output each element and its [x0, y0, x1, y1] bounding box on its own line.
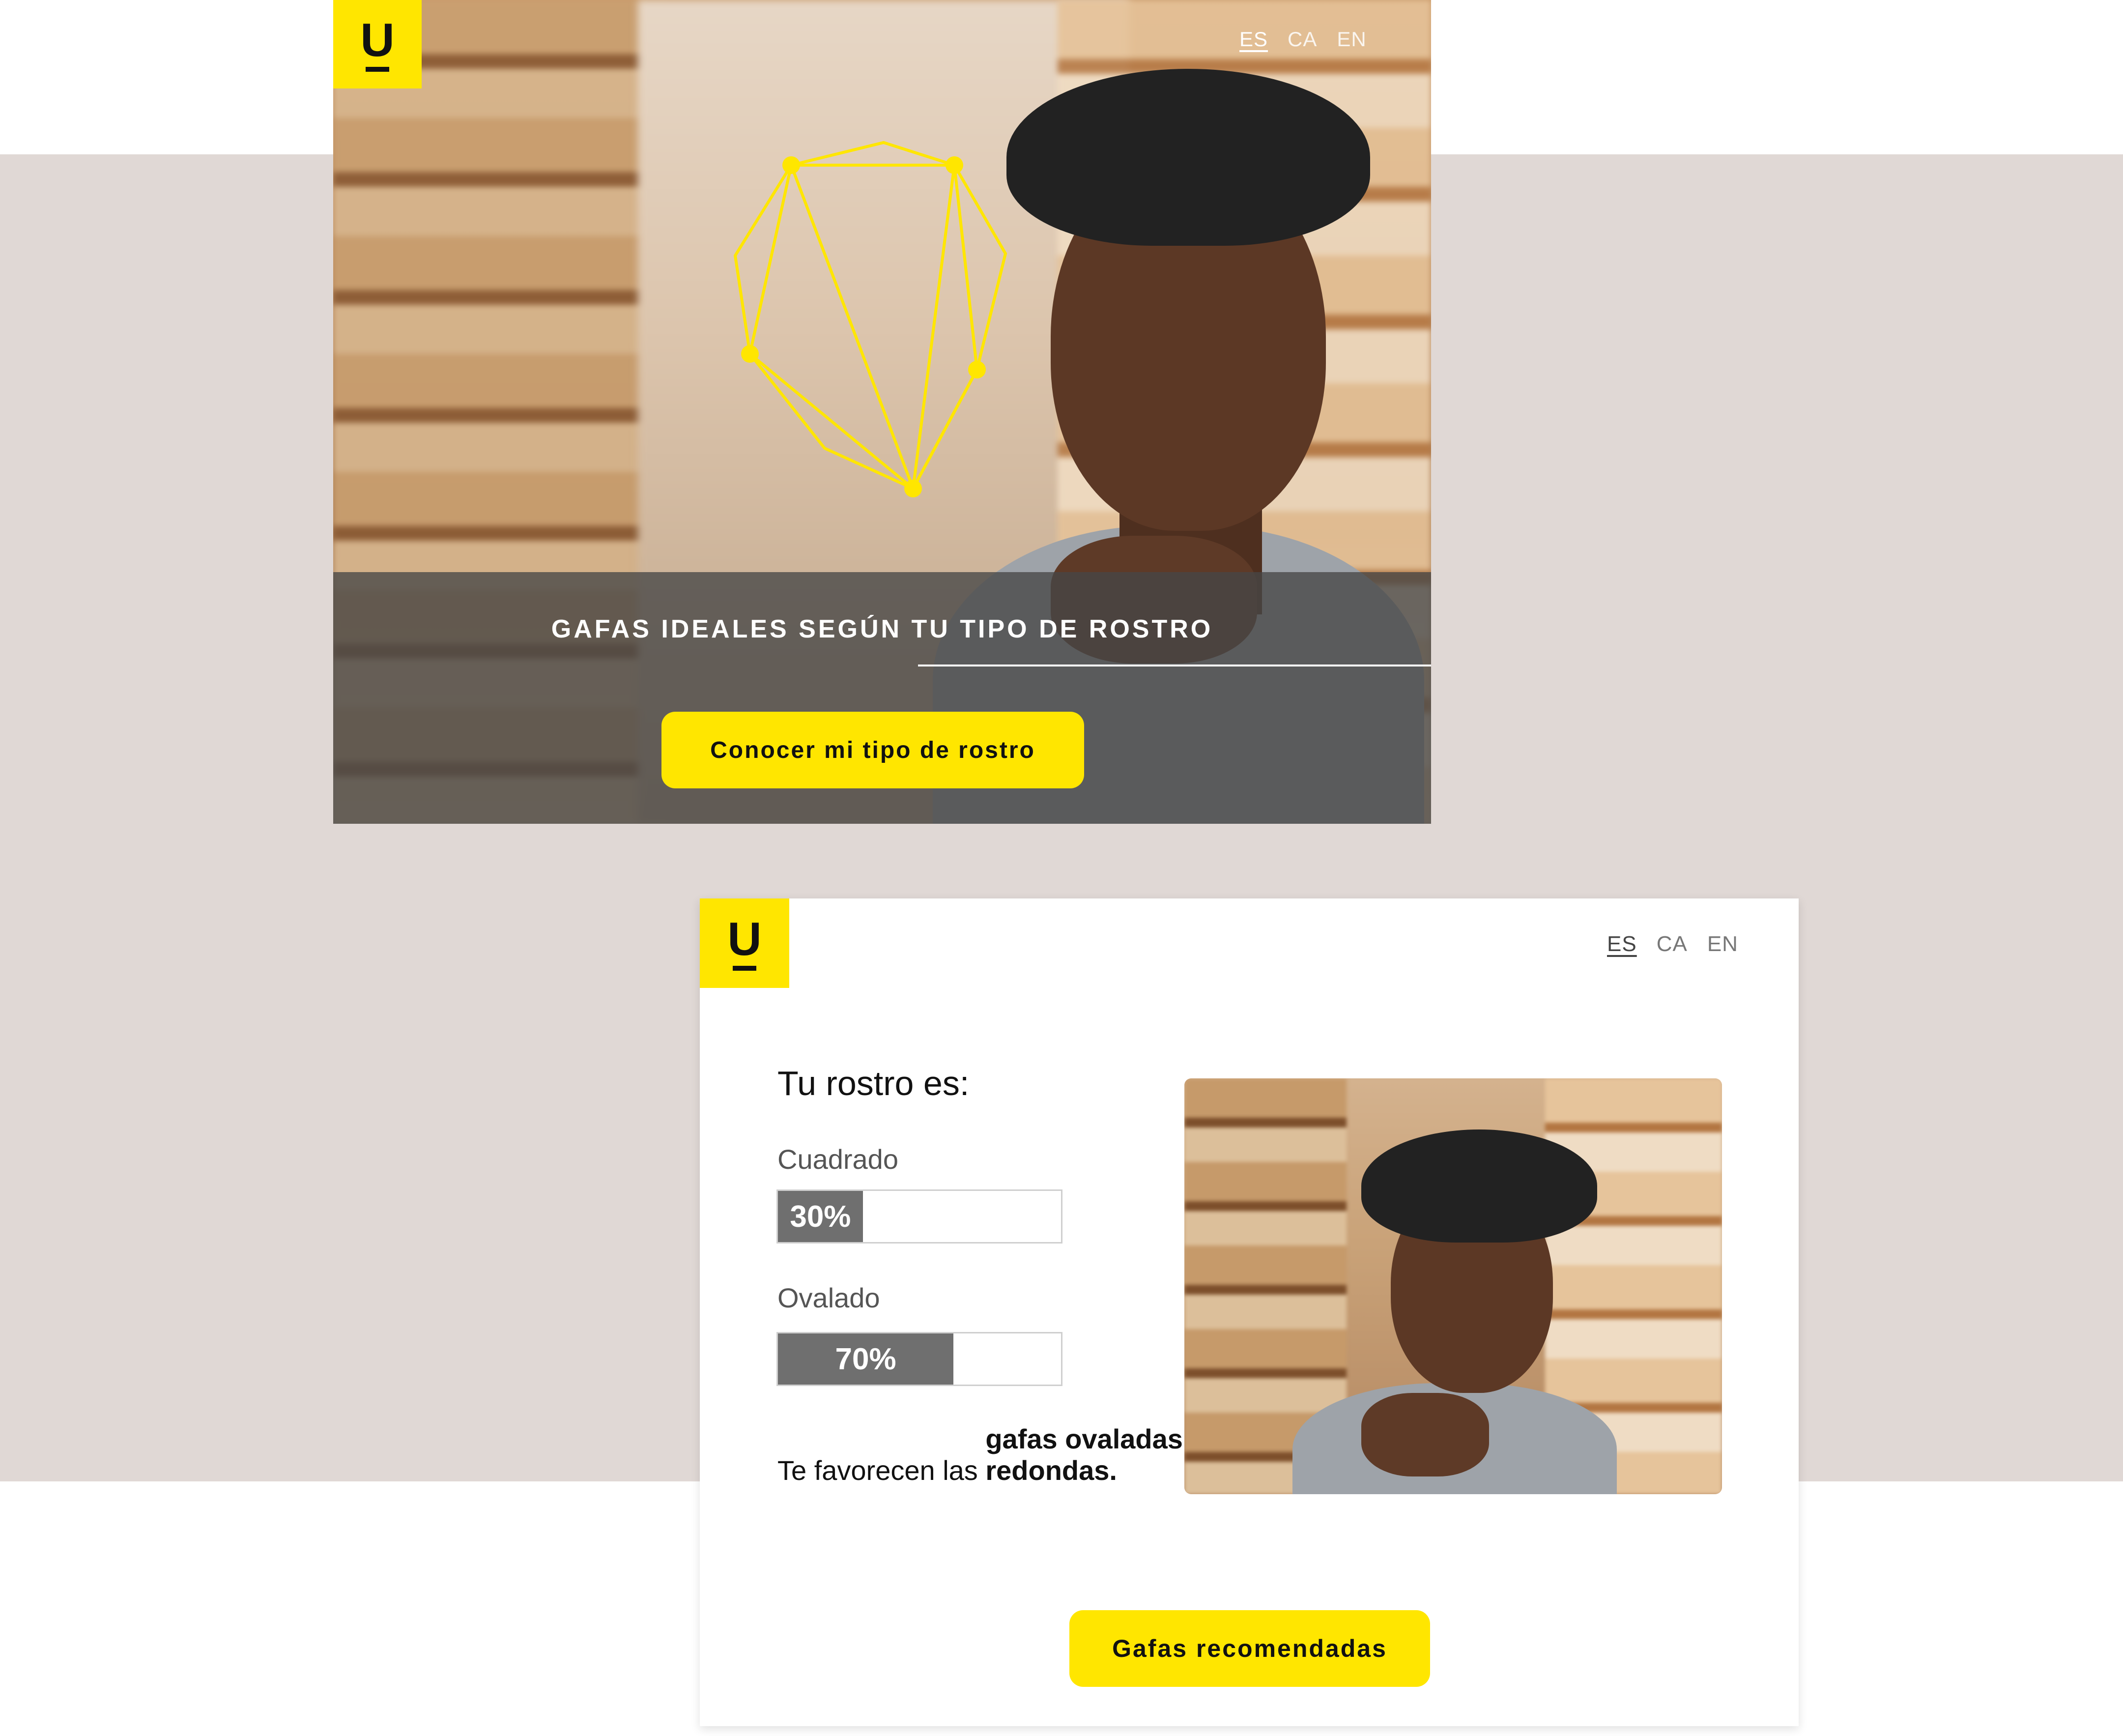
user-face-photo: [1184, 1078, 1722, 1494]
hero-screen: U ES CA EN GAFAS IDEALES SEGÚN TU TIPO D…: [333, 0, 1431, 824]
brand-logo[interactable]: U: [333, 0, 422, 88]
recommendation-prefix: Te favorecen las: [777, 1455, 986, 1486]
hero-title: GAFAS IDEALES SEGÚN TU TIPO DE ROSTRO: [551, 615, 1213, 643]
lang-ca[interactable]: CA: [1657, 932, 1688, 956]
shape-label-square: Cuadrado: [777, 1144, 898, 1175]
lang-es[interactable]: ES: [1239, 28, 1268, 51]
logo-underline: [733, 966, 756, 971]
know-face-type-button[interactable]: Conocer mi tipo de rostro: [661, 712, 1084, 788]
lang-en[interactable]: EN: [1337, 28, 1366, 51]
logo-letter: U: [727, 913, 762, 965]
lang-ca[interactable]: CA: [1288, 28, 1317, 51]
brand-logo[interactable]: U: [700, 898, 789, 988]
photo-person-hair: [1361, 1129, 1597, 1243]
shape-bar-square: 30%: [776, 1189, 1062, 1244]
lang-en[interactable]: EN: [1707, 932, 1738, 956]
logo-letter: U: [360, 14, 395, 66]
language-switcher: ES CA EN: [1607, 932, 1738, 956]
hero-title-underline: [918, 665, 1431, 666]
recommended-glasses-button[interactable]: Gafas recomendadas: [1069, 1610, 1430, 1687]
lang-es[interactable]: ES: [1607, 932, 1637, 956]
language-switcher: ES CA EN: [1239, 28, 1367, 51]
shape-bar-oval: 70%: [776, 1332, 1062, 1386]
logo-underline: [366, 67, 389, 72]
shape-percent-oval: 70%: [835, 1342, 896, 1376]
photo-person-hand: [1361, 1393, 1489, 1476]
result-title: Tu rostro es:: [777, 1064, 970, 1102]
shape-percent-square: 30%: [790, 1199, 851, 1234]
shape-label-oval: Ovalado: [777, 1282, 880, 1313]
